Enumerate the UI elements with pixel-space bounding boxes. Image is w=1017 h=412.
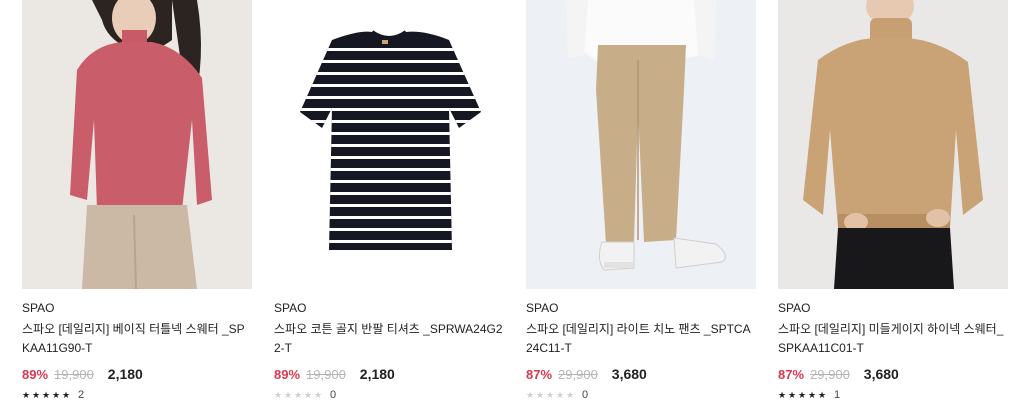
price-row: 87% 29,900 3,680 xyxy=(526,364,756,384)
original-price: 29,900 xyxy=(810,366,850,382)
original-price: 29,900 xyxy=(558,366,598,382)
discount-rate: 89% xyxy=(22,366,49,382)
original-price: 19,900 xyxy=(54,366,94,382)
rating-stars: ★ ★ ★ ★ ★ xyxy=(274,389,324,400)
star-icon: ★ xyxy=(284,389,293,400)
star-icon: ★ xyxy=(304,389,313,400)
product-brand: SPAO xyxy=(526,301,559,315)
star-icon: ★ xyxy=(314,389,323,400)
product-brand: SPAO xyxy=(274,301,307,315)
product-card[interactable]: SPAO 스파오 [데일리지] 미들게이지 하이넥 스웨터_SPKAA11C01… xyxy=(778,0,1008,402)
price-row: 89% 19,900 2,180 xyxy=(274,364,504,384)
product-image[interactable] xyxy=(274,0,504,289)
product-grid: SPAO 스파오 [데일리지] 베이직 터틀넥 스웨터 _SPKAA11G90-… xyxy=(0,0,1017,412)
product-name[interactable]: 스파오 [데일리지] 미들게이지 하이넥 스웨터_SPKAA11C01-T xyxy=(778,320,1008,358)
rating-stars: ★ ★ ★ ★ ★ xyxy=(22,389,72,400)
product-brand: SPAO xyxy=(22,301,55,315)
star-icon: ★ xyxy=(566,389,575,400)
review-row: ★ ★ ★ ★ ★ 0 xyxy=(274,388,504,402)
sale-price: 2,180 xyxy=(359,366,395,382)
rating-stars: ★ ★ ★ ★ ★ xyxy=(778,389,828,400)
product-card[interactable]: SPAO 스파오 코튼 골지 반팔 티셔츠 _SPRWA24G22-T 89% … xyxy=(274,0,504,402)
star-icon: ★ xyxy=(808,389,817,400)
star-icon: ★ xyxy=(32,389,41,400)
review-row: ★ ★ ★ ★ ★ 2 xyxy=(22,388,252,402)
product-card[interactable]: SPAO 스파오 [데일리지] 베이직 터틀넥 스웨터 _SPKAA11G90-… xyxy=(22,0,252,402)
sale-price: 2,180 xyxy=(107,366,143,382)
sale-price: 3,680 xyxy=(611,366,647,382)
star-icon: ★ xyxy=(536,389,545,400)
star-icon: ★ xyxy=(556,389,565,400)
star-icon: ★ xyxy=(778,389,787,400)
product-card[interactable]: SPAO 스파오 [데일리지] 라이트 치노 팬츠 _SPTCA24C11-T … xyxy=(526,0,756,402)
review-count: 1 xyxy=(834,389,841,401)
star-icon: ★ xyxy=(788,389,797,400)
price-row: 87% 29,900 3,680 xyxy=(778,364,1008,384)
star-icon: ★ xyxy=(818,389,827,400)
review-count: 0 xyxy=(330,389,337,401)
star-icon: ★ xyxy=(274,389,283,400)
original-price: 19,900 xyxy=(306,366,346,382)
product-image[interactable] xyxy=(526,0,756,289)
star-icon: ★ xyxy=(546,389,555,400)
product-image[interactable] xyxy=(778,0,1008,289)
price-row: 89% 19,900 2,180 xyxy=(22,364,252,384)
rating-stars: ★ ★ ★ ★ ★ xyxy=(526,389,576,400)
review-count: 2 xyxy=(78,389,85,401)
review-count: 0 xyxy=(582,389,589,401)
review-row: ★ ★ ★ ★ ★ 1 xyxy=(778,388,1008,402)
discount-rate: 89% xyxy=(274,366,301,382)
discount-rate: 87% xyxy=(778,366,805,382)
product-brand: SPAO xyxy=(778,301,811,315)
star-icon: ★ xyxy=(62,389,71,400)
discount-rate: 87% xyxy=(526,366,553,382)
star-icon: ★ xyxy=(22,389,31,400)
product-image[interactable] xyxy=(22,0,252,289)
star-icon: ★ xyxy=(294,389,303,400)
product-name[interactable]: 스파오 코튼 골지 반팔 티셔츠 _SPRWA24G22-T xyxy=(274,320,504,358)
review-row: ★ ★ ★ ★ ★ 0 xyxy=(526,388,756,402)
star-icon: ★ xyxy=(52,389,61,400)
star-icon: ★ xyxy=(42,389,51,400)
product-name[interactable]: 스파오 [데일리지] 베이직 터틀넥 스웨터 _SPKAA11G90-T xyxy=(22,320,252,358)
sale-price: 3,680 xyxy=(863,366,899,382)
star-icon: ★ xyxy=(798,389,807,400)
star-icon: ★ xyxy=(526,389,535,400)
product-name[interactable]: 스파오 [데일리지] 라이트 치노 팬츠 _SPTCA24C11-T xyxy=(526,320,756,358)
